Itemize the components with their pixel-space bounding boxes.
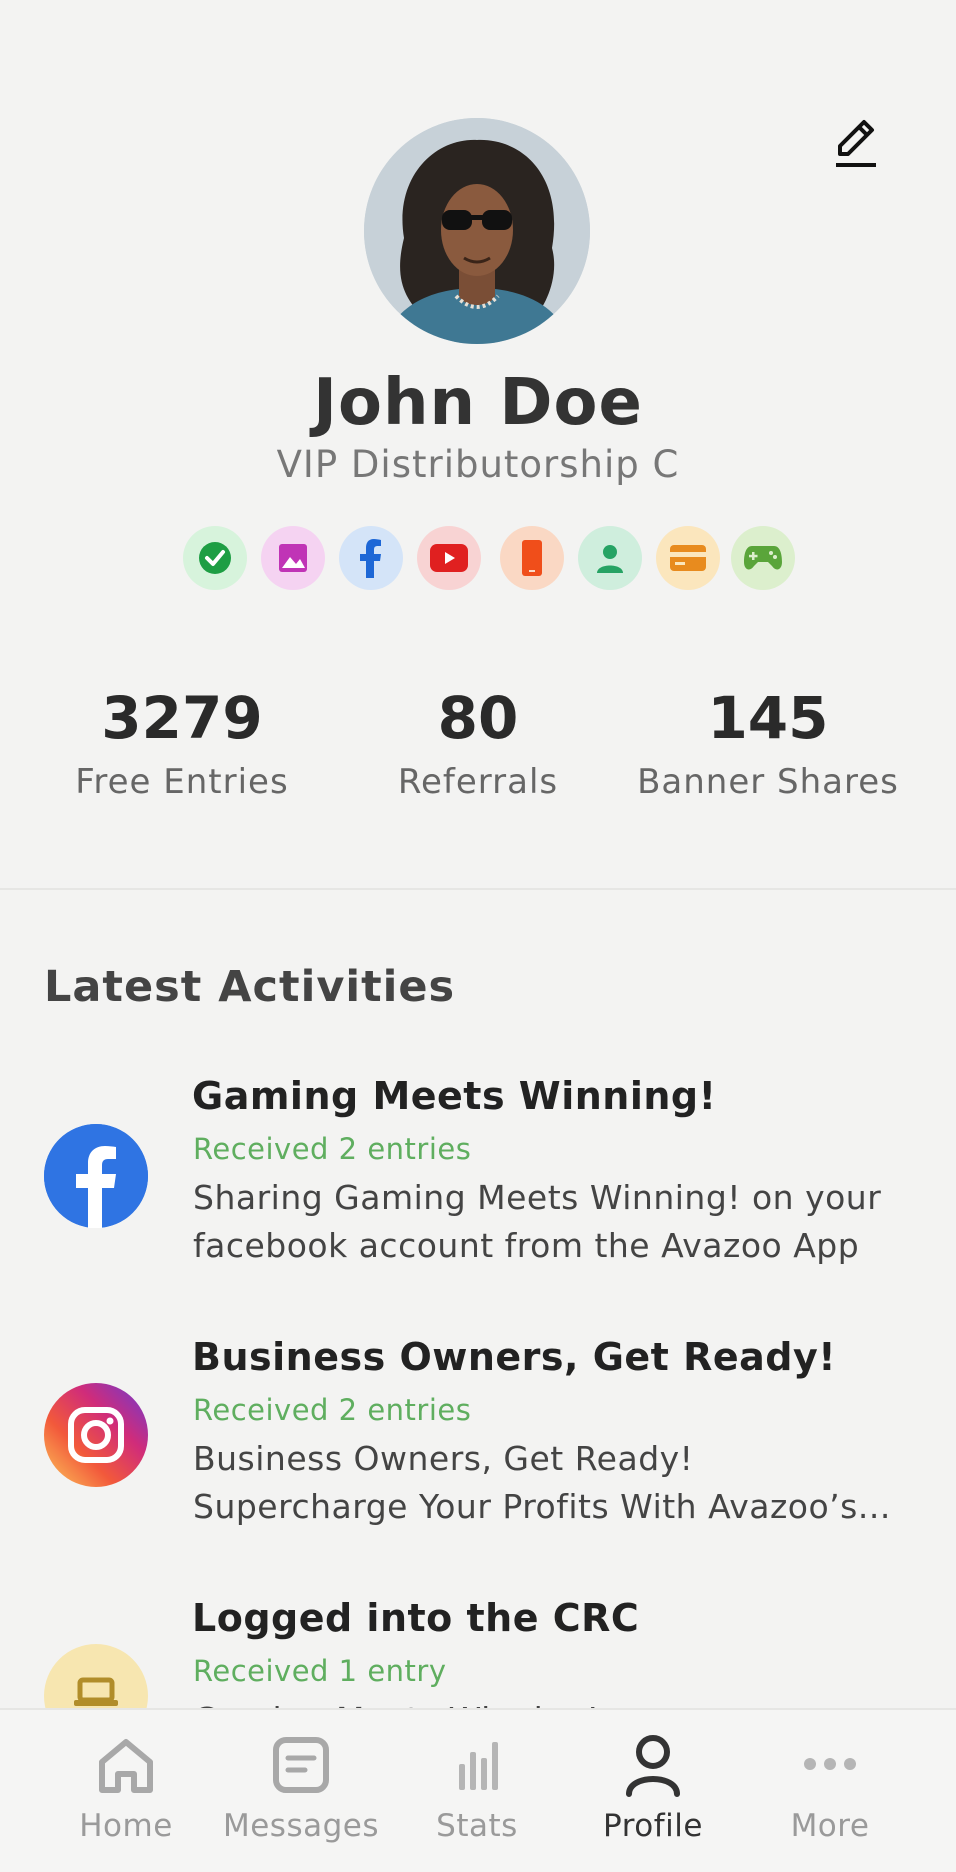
nav-label: Home [79, 1808, 173, 1844]
activity-description-line: Gaming Meets Winning! on [193, 1696, 913, 1708]
nav-stats[interactable]: Stats [392, 1710, 562, 1872]
activity-item[interactable]: Business Owners, Get Ready! Received 2 e… [0, 1335, 956, 1535]
badge-facebook[interactable] [339, 526, 403, 590]
activity-description: Sharing Gaming Meets Winning! on your fa… [193, 1174, 913, 1270]
profile-name: John Doe [313, 366, 643, 440]
activity-description-line: Business Owners, Get Ready! [193, 1439, 694, 1478]
image-icon [279, 544, 307, 572]
person-icon [626, 1735, 680, 1797]
activity-received: Received 2 entries [193, 1132, 472, 1166]
card-icon [670, 545, 706, 571]
edit-profile-button[interactable] [832, 116, 880, 170]
activity-title: Logged into the CRC [192, 1596, 640, 1640]
divider [0, 888, 956, 890]
phone-icon [522, 540, 542, 576]
activity-received: Received 1 entry [193, 1654, 447, 1688]
nav-more[interactable]: More [745, 1710, 915, 1872]
nav-messages[interactable]: Messages [216, 1710, 386, 1872]
avatar[interactable] [364, 118, 590, 344]
badge-card[interactable] [656, 526, 720, 590]
bottom-nav: Home Messages Stats Profile More [0, 1708, 956, 1872]
nav-profile[interactable]: Profile [568, 1710, 738, 1872]
activity-icon [44, 1124, 148, 1228]
badge-check[interactable] [183, 526, 247, 590]
stat-label: Banner Shares [637, 762, 899, 802]
message-icon [273, 1737, 329, 1793]
stat-value: 3279 [101, 684, 263, 752]
activity-icon [44, 1644, 148, 1708]
activity-description-line: Sharing Gaming Meets Winning! on your [193, 1178, 882, 1217]
check-circle-icon [199, 542, 231, 574]
stat-referrals[interactable]: 80 Referrals [350, 680, 606, 806]
activity-received: Received 2 entries [193, 1393, 472, 1427]
activity-item[interactable]: Logged into the CRC Received 1 entry Gam… [0, 1596, 956, 1708]
badge-person[interactable] [578, 526, 642, 590]
pencil-icon [836, 120, 876, 167]
activity-description-line: Supercharge Your Profits With Avazoo’s..… [193, 1487, 891, 1526]
laptop-icon [74, 1677, 118, 1706]
instagram-icon [44, 1383, 148, 1487]
nav-label: Messages [222, 1808, 380, 1844]
person-icon [597, 545, 623, 573]
activity-description: Business Owners, Get Ready! Supercharge … [193, 1435, 913, 1531]
youtube-icon [430, 544, 468, 572]
facebook-icon [360, 539, 381, 578]
stat-free-entries[interactable]: 3279 Free Entries [54, 680, 310, 806]
stat-banner-shares[interactable]: 145 Banner Shares [628, 680, 908, 806]
bar-chart-icon [459, 1742, 498, 1790]
home-icon [99, 1739, 153, 1793]
stat-value: 80 [437, 684, 519, 752]
gamepad-icon [744, 546, 782, 570]
stat-label: Referrals [397, 762, 559, 802]
profile-subtitle: VIP Distributorship C [276, 443, 680, 486]
activity-item[interactable]: Gaming Meets Winning! Received 2 entries… [0, 1074, 956, 1274]
badge-youtube[interactable] [417, 526, 481, 590]
nav-label: Profile [603, 1808, 703, 1844]
badge-phone[interactable] [500, 526, 564, 590]
latest-activities-title: Latest Activities [44, 962, 456, 1012]
badge-image[interactable] [261, 526, 325, 590]
activity-icon [44, 1383, 148, 1487]
more-dots-icon [804, 1758, 856, 1770]
stat-label: Free Entries [75, 762, 289, 802]
activity-title: Business Owners, Get Ready! [192, 1335, 837, 1379]
badge-row [183, 526, 803, 590]
facebook-icon [44, 1124, 148, 1228]
activity-description: Gaming Meets Winning! on [193, 1696, 913, 1708]
activity-title: Gaming Meets Winning! [192, 1074, 717, 1118]
nav-label: Stats [436, 1808, 518, 1844]
nav-home[interactable]: Home [41, 1710, 211, 1872]
badge-gamepad[interactable] [731, 526, 795, 590]
user-photo [364, 118, 590, 344]
stat-value: 145 [707, 684, 829, 752]
stats-row: 3279 Free Entries 80 Referrals 145 Banne… [0, 680, 956, 820]
activity-description-line: facebook account from the Avazoo App [193, 1226, 860, 1265]
nav-label: More [790, 1808, 870, 1844]
